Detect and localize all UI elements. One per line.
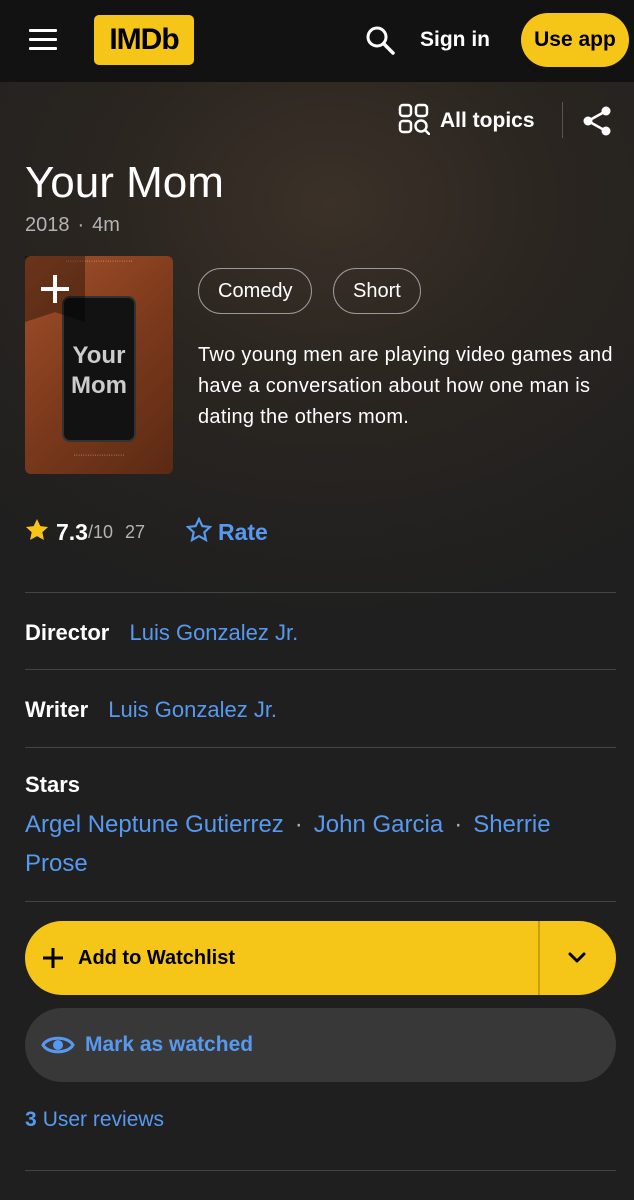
chevron-down-icon[interactable] — [565, 946, 589, 970]
stars-list: Argel Neptune Gutierrez · John Garcia · Sher… — [25, 805, 615, 883]
divider — [25, 901, 616, 902]
star-outline-icon — [185, 516, 213, 548]
review-count: 3 — [25, 1108, 37, 1131]
page-title: Your Mom — [25, 158, 224, 207]
grid-search-icon — [398, 103, 431, 140]
runtime: 4m — [92, 214, 120, 236]
hamburger-menu-icon[interactable] — [26, 26, 62, 54]
stars-label: Stars — [25, 772, 81, 797]
rating-out-of: /10 — [87, 522, 114, 542]
use-app-button[interactable]: Use app — [521, 13, 629, 67]
title-meta: 2018 · 4m — [25, 214, 120, 237]
writer-label: Writer — [25, 697, 89, 722]
star-link[interactable]: Argel Neptune Gutierrez — [25, 811, 284, 838]
director-label: Director — [25, 620, 110, 645]
watchlist-divider — [538, 921, 540, 995]
eye-icon — [41, 1029, 75, 1061]
plot-summary: Two young men are playing video games an… — [198, 344, 613, 428]
divider — [25, 669, 616, 670]
user-reviews-link[interactable]: 3 User reviews — [25, 1108, 164, 1132]
divider — [25, 1170, 616, 1171]
watchlist-label: Add to Watchlist — [78, 947, 236, 969]
poster-credits-bottom: ······················ — [73, 452, 125, 459]
star-link[interactable]: John Garcia — [314, 811, 443, 838]
toolbar-divider — [562, 102, 563, 138]
rate-button[interactable]: Rate — [185, 516, 268, 548]
mark-as-watched-button[interactable]: Mark as watched — [25, 1008, 616, 1082]
poster-title-line2: Mom — [71, 372, 127, 399]
share-icon[interactable] — [580, 104, 614, 138]
meta-separator: · — [77, 214, 85, 236]
rate-label: Rate — [218, 519, 268, 545]
star-separator: · — [294, 811, 303, 838]
writer-link[interactable]: Luis Gonzalez Jr. — [108, 697, 277, 722]
star-separator: · — [454, 811, 463, 838]
add-to-watchlist-button[interactable]: Add to Watchlist — [25, 921, 616, 995]
imdb-rating[interactable]: 7.3/10 27 — [24, 517, 145, 548]
divider — [25, 592, 616, 593]
rating-count: 27 — [125, 522, 146, 542]
director-row: Director Luis Gonzalez Jr. — [25, 620, 298, 646]
search-icon[interactable] — [362, 22, 398, 58]
plus-icon — [41, 946, 65, 970]
watched-label: Mark as watched — [85, 1033, 254, 1056]
all-topics-button[interactable]: All topics — [398, 103, 535, 140]
genre-chip-comedy[interactable]: Comedy — [198, 268, 313, 314]
rating-value: 7.3 — [56, 519, 88, 545]
sign-in-link[interactable]: Sign in — [420, 22, 490, 58]
writer-row: Writer Luis Gonzalez Jr. — [25, 697, 277, 723]
director-link[interactable]: Luis Gonzalez Jr. — [129, 620, 298, 645]
star-icon — [24, 517, 50, 548]
release-year[interactable]: 2018 — [25, 214, 70, 236]
top-navigation-bar: IMDb Sign in Use app — [0, 0, 634, 82]
divider — [25, 747, 616, 748]
poster-title-line1: Your — [72, 342, 126, 369]
all-topics-label: All topics — [440, 109, 535, 132]
reviews-label: User reviews — [42, 1108, 165, 1131]
genre-chip-short[interactable]: Short — [333, 268, 421, 314]
imdb-logo[interactable]: IMDb — [94, 15, 194, 65]
